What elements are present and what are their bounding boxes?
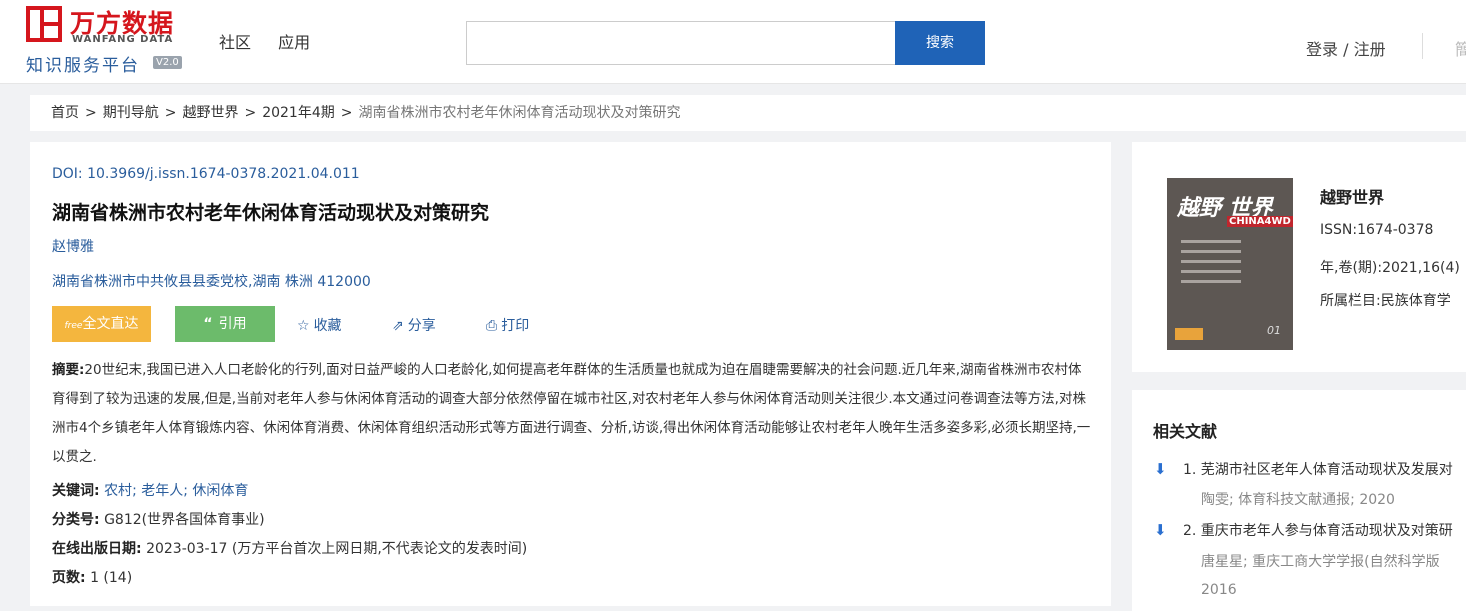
article-card: DOI: 10.3969/j.issn.1674-0378.2021.04.01…: [30, 142, 1111, 606]
cite-button[interactable]: “ 引用: [175, 306, 275, 342]
classification-row: 分类号: G812(世界各国体育事业): [52, 509, 265, 529]
full-text-button[interactable]: free全文直达: [52, 306, 151, 342]
cover-badge: [1175, 328, 1203, 340]
cite-label: 引用: [218, 316, 247, 332]
share-button[interactable]: ⇗ 分享: [392, 315, 436, 335]
top-nav: 社区 应用: [219, 29, 332, 53]
journal-name[interactable]: 越野世界: [1320, 184, 1384, 208]
cover-text-lines: [1181, 240, 1241, 290]
search-input[interactable]: [466, 21, 896, 65]
keyword-link[interactable]: 老年人: [141, 483, 183, 499]
doi-line: DOI: 10.3969/j.issn.1674-0378.2021.04.01…: [52, 166, 360, 182]
breadcrumb-journal[interactable]: 越野世界: [182, 105, 238, 121]
version-badge: V2.0: [153, 56, 182, 69]
keyword-link[interactable]: 农村: [104, 483, 132, 499]
abstract-text: 20世纪末,我国已进入人口老龄化的行列,面对日益严峻的人口老龄化,如何提高老年群…: [52, 362, 1091, 465]
related-item-title[interactable]: 2. 重庆市老年人参与体育活动现状及对策研: [1183, 520, 1453, 540]
journal-card: 越野 世界 CHINA4WD 01 越野世界 ISSN:1674-0378 年,…: [1132, 142, 1466, 372]
classification-value: G812(世界各国体育事业): [104, 512, 265, 528]
abstract: 摘要:20世纪末,我国已进入人口老龄化的行列,面对日益严峻的人口老龄化,如何提高…: [52, 356, 1092, 472]
journal-volume: 年,卷(期):2021,16(4): [1320, 260, 1460, 276]
related-item-meta: 陶雯; 体育科技文献通报; 2020: [1201, 492, 1395, 508]
related-literature-card: 相关文献 ⬇ 1. 芜湖市社区老年人体育活动现状及发展对 陶雯; 体育科技文献通…: [1132, 390, 1466, 611]
abstract-label: 摘要:: [52, 362, 85, 378]
free-icon: free: [64, 321, 83, 331]
breadcrumb-journal-nav[interactable]: 期刊导航: [103, 105, 159, 121]
pubdate-value: 2023-03-17 (万方平台首次上网日期,不代表论文的发表时间): [146, 541, 528, 557]
print-label: 打印: [501, 318, 530, 334]
author-link[interactable]: 赵博雅: [52, 236, 94, 256]
keywords-label: 关键词:: [52, 483, 100, 499]
logo-en-text: WANFANG DATA: [72, 34, 174, 45]
printer-icon: ⎙: [486, 318, 498, 334]
related-item-meta: 唐星星; 重庆工商大学学报(自然科学版: [1201, 554, 1440, 570]
logo-subtitle: 知识服务平台: [26, 56, 140, 76]
top-header: 万方数据 WANFANG DATA 知识服务平台 V2.0 社区 应用 搜索 登…: [0, 0, 1466, 84]
pubdate-label: 在线出版日期:: [52, 541, 142, 557]
pages-value: 1 (14): [90, 570, 133, 586]
doi-label: DOI:: [52, 166, 83, 182]
nav-community[interactable]: 社区: [219, 33, 251, 52]
related-item-title[interactable]: 1. 芜湖市社区老年人体育活动现状及发展对: [1183, 459, 1453, 479]
download-icon[interactable]: ⬇: [1154, 460, 1167, 478]
keyword-link[interactable]: 休闲体育: [192, 483, 248, 499]
pages-row: 页数: 1 (14): [52, 567, 132, 587]
pages-label: 页数:: [52, 570, 86, 586]
nav-apps[interactable]: 应用: [278, 33, 310, 52]
keywords-row: 关键词: 农村; 老年人; 休闲体育: [52, 483, 249, 499]
share-label: 分享: [407, 318, 436, 334]
collect-label: 收藏: [313, 318, 342, 334]
pubdate-row: 在线出版日期: 2023-03-17 (万方平台首次上网日期,不代表论文的发表时…: [52, 538, 527, 558]
doi-link[interactable]: 10.3969/j.issn.1674-0378.2021.04.011: [87, 166, 360, 182]
article-title: 湖南省株洲市农村老年休闲体育活动现状及对策研究: [52, 202, 490, 224]
print-button[interactable]: ⎙ 打印: [486, 315, 529, 335]
related-item-year: 2016: [1201, 582, 1237, 598]
full-text-label: 全文直达: [82, 316, 139, 332]
journal-cover[interactable]: 越野 世界 CHINA4WD 01: [1167, 178, 1293, 350]
language-switch[interactable]: 簡: [1455, 36, 1466, 60]
header-divider: [1422, 33, 1423, 59]
breadcrumb-issue[interactable]: 2021年4期: [262, 105, 335, 121]
cover-subtitle: CHINA4WD: [1227, 216, 1293, 227]
search-button[interactable]: 搜索: [895, 21, 985, 65]
classification-label: 分类号:: [52, 512, 100, 528]
cover-issue-number: 01: [1267, 324, 1281, 337]
quote-icon: “: [203, 316, 213, 332]
collect-button[interactable]: ☆ 收藏: [297, 315, 342, 335]
breadcrumb-home[interactable]: 首页: [51, 105, 79, 121]
organization-link[interactable]: 湖南省株洲市中共攸县县委党校,湖南 株洲 412000: [52, 271, 371, 291]
journal-issn: ISSN:1674-0378: [1320, 222, 1434, 238]
download-icon[interactable]: ⬇: [1154, 521, 1167, 539]
related-heading: 相关文献: [1153, 422, 1218, 441]
breadcrumb: 首页 > 期刊导航 > 越野世界 >2021年4期 > 湖南省株洲市农村老年休闲体育活动现状及…: [30, 95, 1466, 131]
logo-mark-icon: [26, 6, 62, 42]
star-icon: ☆: [297, 318, 310, 334]
breadcrumb-current: 湖南省株洲市农村老年休闲体育活动现状及对策研究: [358, 105, 681, 121]
share-icon: ⇗: [392, 318, 404, 334]
journal-column: 所属栏目:民族体育学: [1320, 293, 1451, 309]
login-register-link[interactable]: 登录 / 注册: [1306, 36, 1386, 60]
wanfang-logo[interactable]: 万方数据 WANFANG DATA 知识服务平台 V2.0: [26, 6, 186, 76]
